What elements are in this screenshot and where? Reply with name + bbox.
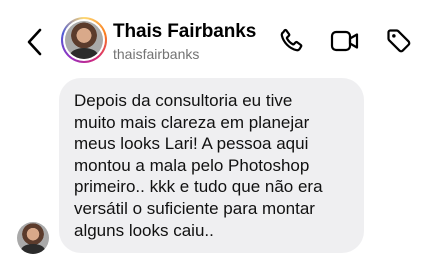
tag-button[interactable] (384, 26, 414, 56)
message-line: Depois da consultoria eu tive (74, 91, 293, 110)
video-call-icon (330, 30, 359, 52)
message-bubble[interactable]: Depois da consultoria eu tive muito mais… (59, 78, 364, 253)
sender-avatar[interactable] (17, 222, 49, 254)
message-line: muito mais clareza em planejar (74, 112, 310, 132)
message-line: primeiro.. kkk e tudo que não era (74, 177, 323, 197)
chat-header: Thais Fairbanks thaisfairbanks (0, 0, 430, 80)
profile-avatar[interactable] (61, 17, 107, 63)
contact-name[interactable]: Thais Fairbanks (113, 21, 256, 43)
video-call-button[interactable] (330, 26, 360, 56)
back-icon (27, 28, 42, 56)
back-button[interactable] (22, 26, 48, 58)
phone-icon (280, 28, 303, 52)
chat-screen: Thais Fairbanks thaisfairbanks Depois da… (0, 0, 430, 271)
contact-handle[interactable]: thaisfairbanks (113, 46, 199, 62)
audio-call-button[interactable] (276, 26, 306, 56)
message-line: alguns looks caiu.. (74, 220, 214, 240)
tag-icon (387, 29, 411, 53)
message-line: montou a mala pelo Photoshop (74, 155, 310, 175)
message-line: meus looks Lari! A pessoa aqui (74, 134, 309, 154)
message-line: versátil o suficiente para montar (74, 198, 315, 218)
avatar-border (63, 19, 105, 61)
avatar-photo (65, 21, 103, 59)
